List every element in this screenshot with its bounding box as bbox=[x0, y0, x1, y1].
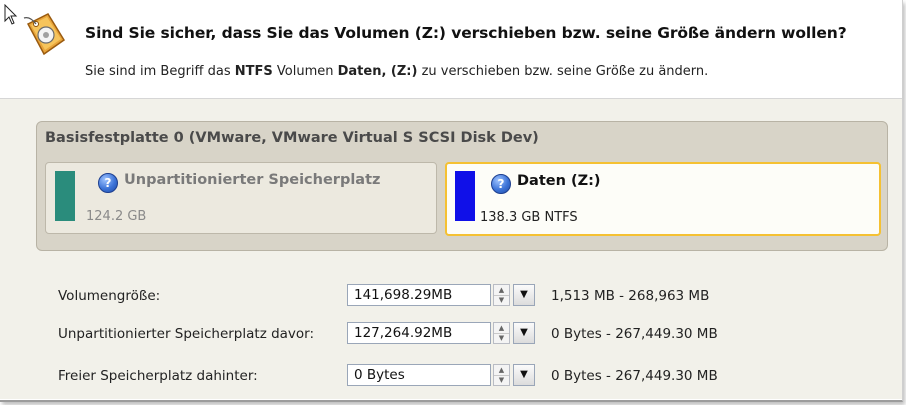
chevron-down-icon: ▼ bbox=[520, 369, 528, 380]
subtitle-volume: Daten, (Z:) bbox=[337, 64, 418, 79]
space-before-unit-dropdown[interactable]: ▼ bbox=[513, 322, 535, 344]
partition-name: Unpartitionierter Speicherplatz bbox=[124, 172, 381, 188]
space-before-input[interactable]: 127,264.92MB bbox=[347, 322, 491, 344]
space-after-label: Freier Speicherplatz dahinter: bbox=[58, 368, 258, 384]
spin-down-icon[interactable]: ▼ bbox=[494, 333, 509, 343]
space-after-input[interactable]: 0 Bytes bbox=[347, 364, 491, 386]
dialog-title: Sind Sie sicher, dass Sie das Volumen (Z… bbox=[85, 24, 847, 42]
spin-down-icon[interactable]: ▼ bbox=[494, 375, 509, 385]
mouse-pointer-icon bbox=[4, 4, 18, 25]
question-icon[interactable]: ? bbox=[98, 173, 118, 193]
space-after-spinner[interactable]: ▲ ▼ bbox=[493, 364, 510, 386]
space-before-spinner[interactable]: ▲ ▼ bbox=[493, 322, 510, 344]
volume-size-spinner[interactable]: ▲ ▼ bbox=[493, 284, 510, 306]
subtitle-text-3: zu verschieben bzw. seine Größe zu änder… bbox=[417, 64, 709, 79]
partition-color-swatch bbox=[455, 171, 475, 221]
partition-size: 138.3 GB NTFS bbox=[480, 210, 578, 225]
partition-daten-z[interactable]: ? Daten (Z:) 138.3 GB NTFS bbox=[445, 162, 881, 236]
question-icon[interactable]: ? bbox=[491, 174, 511, 194]
field-row-volume-size: Volumengröße: 141,698.29MB ▲ ▼ ▼ 1,513 M… bbox=[0, 284, 902, 308]
dialog-subtitle: Sie sind im Begriff das NTFS Volumen Dat… bbox=[85, 64, 708, 79]
partition-name: Daten (Z:) bbox=[517, 173, 601, 189]
disk-tag-icon bbox=[23, 13, 66, 56]
field-row-space-after: Freier Speicherplatz dahinter: 0 Bytes ▲… bbox=[0, 364, 902, 388]
space-before-range: 0 Bytes - 267,449.30 MB bbox=[551, 326, 718, 342]
field-row-space-before: Unpartitionierter Speicherplatz davor: 1… bbox=[0, 322, 902, 346]
space-after-unit-dropdown[interactable]: ▼ bbox=[513, 364, 535, 386]
volume-size-label: Volumengröße: bbox=[58, 288, 161, 304]
dialog-window: Sind Sie sicher, dass Sie das Volumen (Z… bbox=[0, 0, 903, 402]
spin-down-icon[interactable]: ▼ bbox=[494, 295, 509, 305]
subtitle-filesystem: NTFS bbox=[234, 64, 273, 79]
subtitle-text-1: Sie sind im Begriff das bbox=[85, 64, 235, 79]
subtitle-text-2: Volumen bbox=[272, 64, 338, 79]
volume-size-range: 1,513 MB - 268,963 MB bbox=[551, 288, 710, 304]
volume-size-input[interactable]: 141,698.29MB bbox=[347, 284, 491, 306]
disk-title: Basisfestplatte 0 (VMware, VMware Virtua… bbox=[45, 130, 539, 146]
volume-size-unit-dropdown[interactable]: ▼ bbox=[513, 284, 535, 306]
dialog-header: Sind Sie sicher, dass Sie das Volumen (Z… bbox=[0, 0, 902, 99]
partition-unallocated[interactable]: ? Unpartitionierter Speicherplatz 124.2 … bbox=[45, 162, 437, 234]
space-after-range: 0 Bytes - 267,449.30 MB bbox=[551, 368, 718, 384]
dialog-content: Basisfestplatte 0 (VMware, VMware Virtua… bbox=[0, 99, 902, 399]
space-before-label: Unpartitionierter Speicherplatz davor: bbox=[58, 326, 315, 342]
disk-map-panel: Basisfestplatte 0 (VMware, VMware Virtua… bbox=[36, 121, 888, 251]
chevron-down-icon: ▼ bbox=[520, 327, 528, 338]
partition-size: 124.2 GB bbox=[86, 209, 147, 224]
partition-color-swatch bbox=[55, 171, 75, 221]
chevron-down-icon: ▼ bbox=[520, 289, 528, 300]
